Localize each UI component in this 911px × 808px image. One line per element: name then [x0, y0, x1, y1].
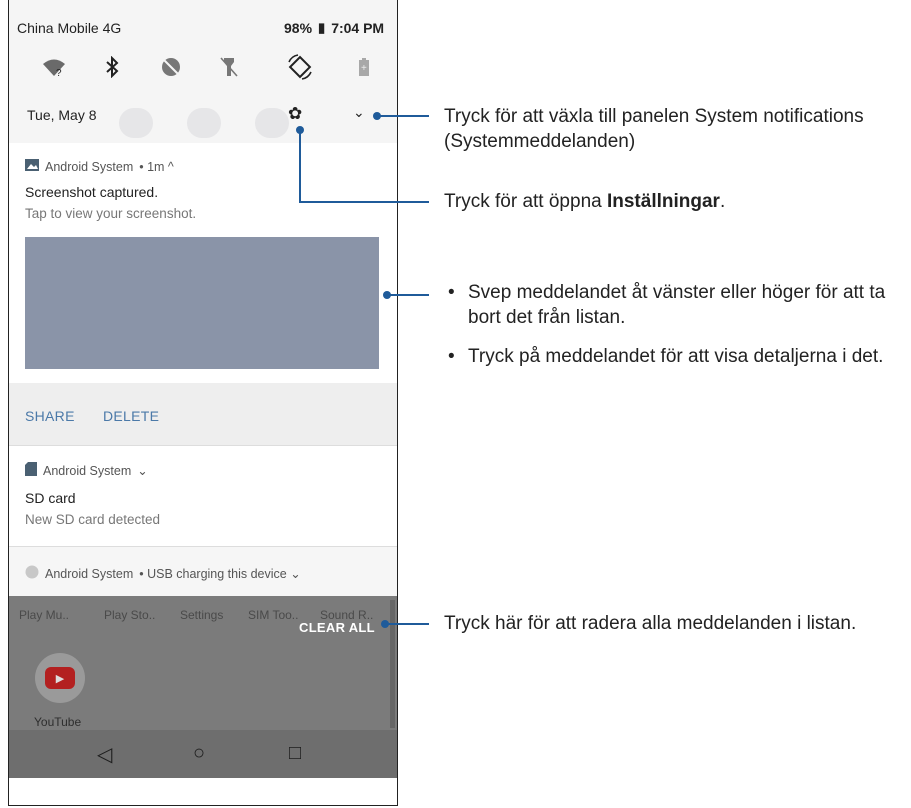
sd-card-icon: [25, 462, 37, 479]
youtube-app-icon[interactable]: ▶: [35, 653, 85, 703]
dnd-icon[interactable]: [156, 52, 186, 82]
notification-title: Screenshot captured.: [25, 184, 159, 200]
notification-title: SD card: [25, 490, 76, 506]
callout-line: [378, 115, 429, 117]
callout-swipe: Svep meddelandet åt vänster eller höger …: [468, 282, 886, 328]
carrier-label: China Mobile 4G: [17, 20, 122, 36]
clock: 7:04 PM: [331, 20, 385, 36]
recent-apps-background: Play Mu.. Play Sto.. Settings SIM Too.. …: [9, 596, 397, 730]
sd-card-notification[interactable]: Android System ⌄ SD card New SD card det…: [9, 446, 397, 547]
delete-button[interactable]: DELETE: [103, 408, 159, 424]
svg-text:+: +: [361, 63, 367, 74]
notification-text: New SD card detected: [25, 512, 161, 527]
expand-chevron-icon[interactable]: ⌄: [353, 104, 365, 121]
image-icon: [25, 159, 39, 174]
notification-header: Android System ⌄: [25, 462, 148, 479]
settings-keyword: Inställningar: [606, 191, 720, 212]
battery-saver-icon[interactable]: +: [349, 52, 379, 82]
notification-app-name: Android System: [45, 159, 134, 174]
android-system-icon: [25, 565, 39, 582]
callout-line: [299, 130, 301, 203]
notification-meta: • USB charging this device ⌄: [139, 567, 301, 581]
battery-icon: ▮: [318, 20, 326, 35]
auto-rotate-icon[interactable]: [285, 52, 315, 82]
phone-screen: China Mobile 4G 98% ▮ 7:04 PM ? + Tue, M…: [8, 0, 398, 806]
share-button[interactable]: SHARE: [25, 408, 75, 424]
background-blur-shape: [255, 108, 289, 138]
callout-text: Tryck för att öppna: [444, 191, 607, 212]
notification-header: Android System • USB charging this devic…: [25, 565, 301, 582]
usb-charging-notification[interactable]: Android System • USB charging this devic…: [9, 547, 397, 596]
callout-line: [386, 623, 429, 625]
bullet-icon: •: [448, 346, 455, 367]
back-icon[interactable]: ◁: [97, 742, 112, 767]
wifi-icon[interactable]: ?: [39, 52, 69, 82]
callout-settings: Tryck för att öppna Inställningar.: [444, 189, 725, 214]
scrollbar[interactable]: [390, 600, 395, 728]
clear-all-button[interactable]: CLEAR ALL: [299, 620, 375, 635]
flashlight-icon[interactable]: [214, 52, 244, 82]
callout-line: [388, 294, 429, 296]
notification-meta: ⌄: [137, 464, 148, 478]
bullet-icon: •: [448, 282, 455, 303]
app-label: Play Mu..: [19, 608, 70, 622]
notification-app-name: Android System: [45, 566, 134, 581]
navigation-bar: ◁ ○ □: [9, 730, 397, 778]
notification-header: Android System • 1m ^: [25, 159, 174, 174]
notification-actions: SHARE DELETE: [9, 383, 397, 446]
date-label: Tue, May 8: [27, 107, 97, 123]
svg-text:?: ?: [56, 68, 62, 77]
notification-app-name: Android System: [43, 463, 132, 478]
callout-expand-panel: Tryck för att växla till panelen System …: [444, 106, 864, 152]
background-blur-shape: [119, 108, 153, 138]
app-label: SIM Too..: [248, 608, 299, 622]
settings-gear-icon[interactable]: ✿: [288, 104, 302, 124]
bluetooth-icon[interactable]: [97, 52, 127, 82]
quick-settings-panel: China Mobile 4G 98% ▮ 7:04 PM ? + Tue, M…: [9, 0, 397, 143]
background-blur-shape: [187, 108, 221, 138]
callout-tap: Tryck på meddelandet för att visa detalj…: [468, 346, 884, 367]
callout-text: .: [719, 191, 726, 212]
screenshot-preview[interactable]: [25, 237, 379, 369]
app-label: Play Sto..: [104, 608, 156, 622]
battery-percent: 98%: [284, 20, 313, 36]
callout-line: [299, 201, 429, 203]
notification-text: Tap to view your screenshot.: [25, 206, 197, 221]
status-right: 98% ▮ 7:04 PM: [284, 20, 384, 36]
screenshot-notification[interactable]: Android System • 1m ^ Screenshot capture…: [9, 143, 397, 383]
notification-meta: • 1m ^: [139, 159, 174, 174]
app-label: Settings: [180, 608, 224, 622]
callout-clear-all: Tryck här för att radera alla meddelande…: [444, 613, 857, 634]
recents-icon[interactable]: □: [289, 742, 301, 765]
home-icon[interactable]: ○: [193, 742, 205, 765]
youtube-label: YouTube: [34, 715, 82, 729]
youtube-play-icon: ▶: [45, 667, 75, 689]
